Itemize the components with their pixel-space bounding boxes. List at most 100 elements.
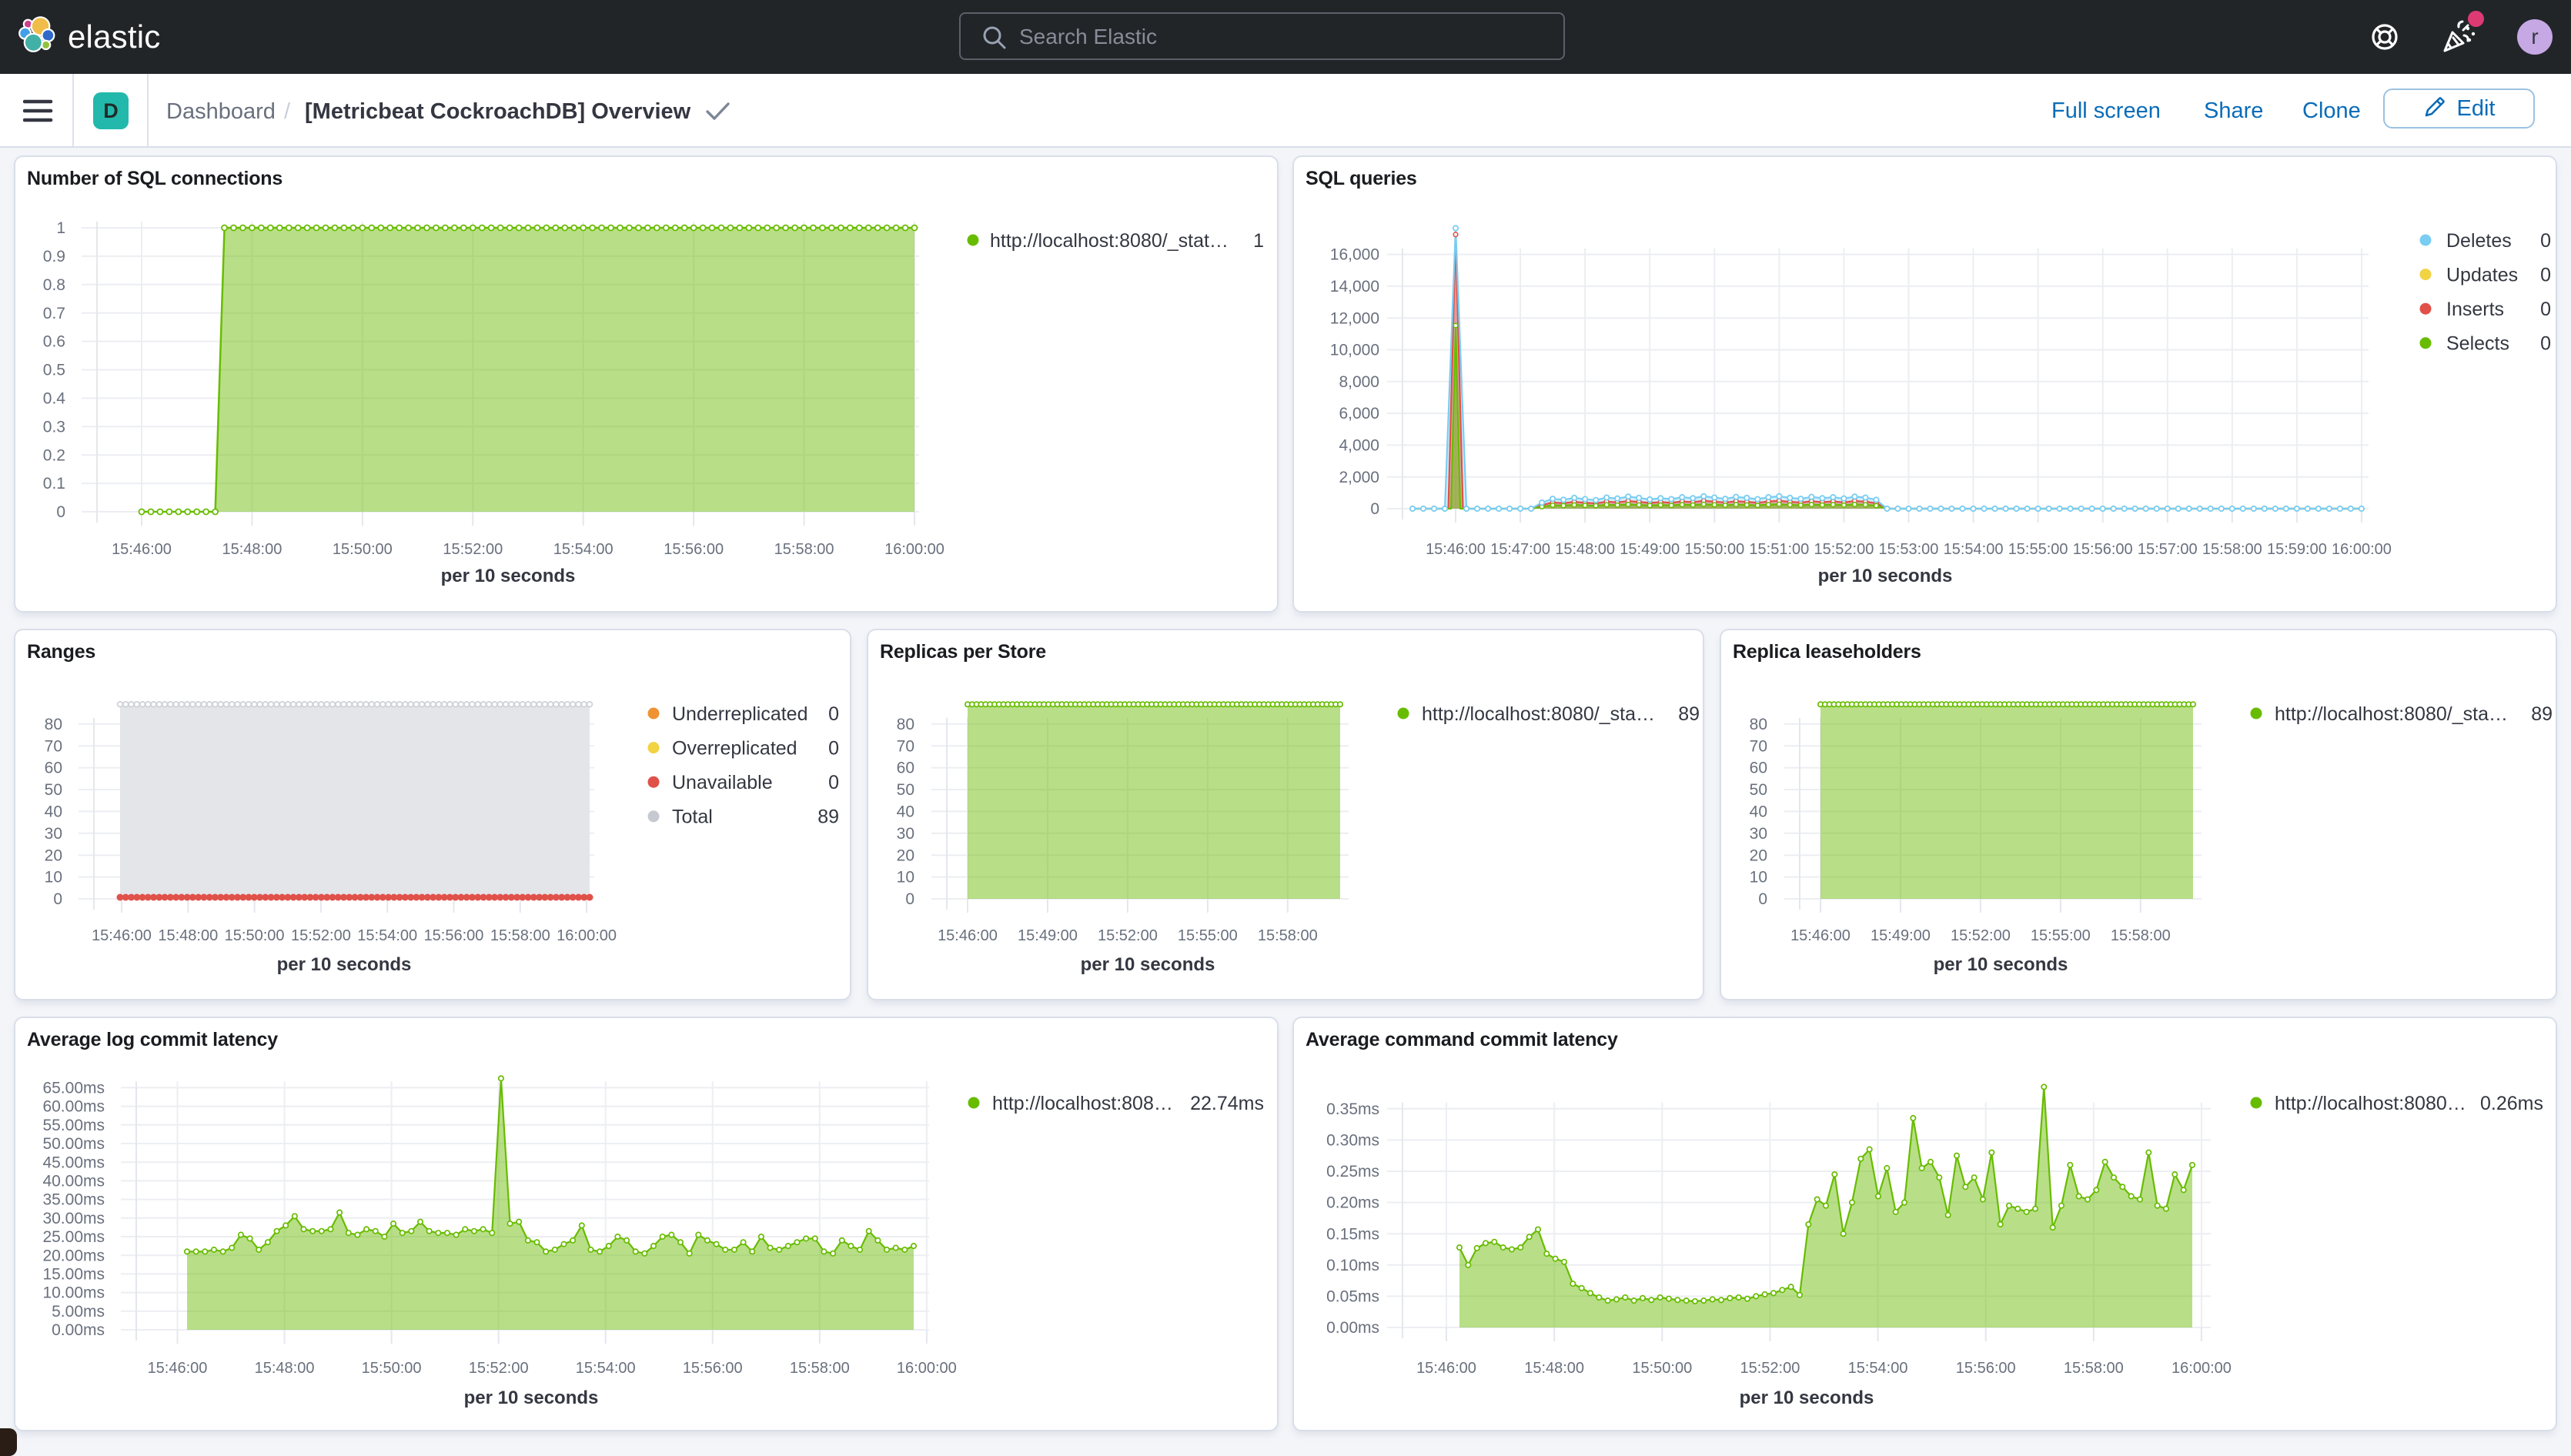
svg-text:0: 0 — [2540, 264, 2551, 286]
svg-text:15:46:00: 15:46:00 — [1426, 541, 1486, 558]
svg-text:40.00ms: 40.00ms — [42, 1173, 105, 1191]
svg-text:15:58:00: 15:58:00 — [490, 927, 550, 944]
svg-text:0: 0 — [53, 890, 62, 908]
svg-text:15:46:00: 15:46:00 — [1790, 927, 1851, 944]
svg-text:15:52:00: 15:52:00 — [1740, 1360, 1800, 1377]
svg-text:15:46:00: 15:46:00 — [1416, 1360, 1476, 1377]
svg-text:60.00ms: 60.00ms — [42, 1098, 105, 1116]
svg-text:70: 70 — [897, 737, 914, 755]
svg-text:0: 0 — [828, 737, 839, 759]
svg-text:15:58:00: 15:58:00 — [774, 541, 834, 558]
svg-text:15:51:00: 15:51:00 — [1749, 541, 1809, 558]
svg-text:0.6: 0.6 — [43, 333, 65, 351]
svg-text:15:48:00: 15:48:00 — [1524, 1360, 1584, 1377]
svg-text:16,000: 16,000 — [1330, 246, 1379, 264]
svg-text:Underreplicated: Underreplicated — [672, 703, 808, 725]
svg-text:15:56:00: 15:56:00 — [683, 1360, 743, 1377]
svg-text:20: 20 — [1750, 847, 1767, 864]
svg-text:per 10 seconds: per 10 seconds — [1740, 1388, 1874, 1408]
svg-text:15:58:00: 15:58:00 — [2111, 927, 2171, 944]
svg-text:http://localhost:8080…: http://localhost:8080… — [2275, 1093, 2466, 1114]
svg-text:16:00:00: 16:00:00 — [897, 1360, 957, 1377]
svg-text:Inserts: Inserts — [2446, 299, 2504, 320]
svg-text:40: 40 — [45, 803, 62, 821]
svg-text:30: 30 — [45, 825, 62, 843]
svg-text:15:55:00: 15:55:00 — [1178, 927, 1238, 944]
svg-text:10: 10 — [45, 869, 62, 887]
svg-text:15:49:00: 15:49:00 — [1018, 927, 1078, 944]
svg-text:30: 30 — [1750, 825, 1767, 843]
svg-text:22.74ms: 22.74ms — [1190, 1093, 1264, 1114]
svg-text:per 10 seconds: per 10 seconds — [1081, 954, 1215, 975]
svg-text:4,000: 4,000 — [1339, 437, 1379, 455]
svg-text:0: 0 — [2540, 230, 2551, 252]
svg-text:50: 50 — [45, 781, 62, 799]
svg-text:15:50:00: 15:50:00 — [1632, 1360, 1692, 1377]
svg-text:16:00:00: 16:00:00 — [2332, 541, 2392, 558]
svg-text:15:56:00: 15:56:00 — [424, 927, 484, 944]
svg-text:0.35ms: 0.35ms — [1326, 1100, 1379, 1118]
svg-text:Total: Total — [672, 806, 713, 828]
svg-text:15:48:00: 15:48:00 — [1555, 541, 1615, 558]
svg-text:Updates: Updates — [2446, 264, 2518, 286]
svg-text:12,000: 12,000 — [1330, 309, 1379, 327]
svg-text:65.00ms: 65.00ms — [42, 1080, 105, 1097]
svg-text:15:48:00: 15:48:00 — [158, 927, 218, 944]
svg-text:15:58:00: 15:58:00 — [1258, 927, 1318, 944]
svg-text:15:53:00: 15:53:00 — [1879, 541, 1939, 558]
svg-text:0.10ms: 0.10ms — [1326, 1257, 1379, 1274]
svg-text:15:54:00: 15:54:00 — [1848, 1360, 1908, 1377]
svg-text:30: 30 — [897, 825, 914, 843]
svg-text:Overreplicated: Overreplicated — [672, 737, 797, 759]
svg-text:15:49:00: 15:49:00 — [1620, 541, 1680, 558]
svg-text:15:50:00: 15:50:00 — [225, 927, 285, 944]
svg-text:0: 0 — [1370, 500, 1379, 518]
svg-text:15:46:00: 15:46:00 — [938, 927, 998, 944]
svg-text:0.00ms: 0.00ms — [52, 1321, 105, 1339]
svg-text:15:52:00: 15:52:00 — [469, 1360, 529, 1377]
svg-text:60: 60 — [897, 760, 914, 777]
svg-text:10.00ms: 10.00ms — [42, 1284, 105, 1302]
svg-text:per 10 seconds: per 10 seconds — [441, 566, 576, 586]
svg-text:20.00ms: 20.00ms — [42, 1247, 105, 1264]
svg-text:0.30ms: 0.30ms — [1326, 1132, 1379, 1150]
svg-text:0.3: 0.3 — [43, 418, 65, 436]
svg-text:Deletes: Deletes — [2446, 230, 2512, 252]
svg-text:80: 80 — [897, 716, 914, 733]
svg-text:0.2: 0.2 — [43, 446, 65, 464]
svg-text:0.15ms: 0.15ms — [1326, 1225, 1379, 1243]
svg-text:http://localhost:808…: http://localhost:808… — [992, 1093, 1173, 1114]
svg-text:30.00ms: 30.00ms — [42, 1210, 105, 1227]
svg-text:15:56:00: 15:56:00 — [2073, 541, 2133, 558]
svg-text:1: 1 — [1253, 230, 1264, 252]
svg-text:15:46:00: 15:46:00 — [148, 1360, 208, 1377]
svg-text:0.9: 0.9 — [43, 248, 65, 265]
svg-text:0.20ms: 0.20ms — [1326, 1194, 1379, 1212]
svg-text:40: 40 — [897, 803, 914, 821]
svg-text:0.00ms: 0.00ms — [1326, 1319, 1379, 1337]
svg-text:70: 70 — [45, 737, 62, 755]
svg-text:55.00ms: 55.00ms — [42, 1117, 105, 1134]
svg-text:15:52:00: 15:52:00 — [443, 541, 503, 558]
svg-text:5.00ms: 5.00ms — [52, 1303, 105, 1321]
svg-text:15:52:00: 15:52:00 — [1814, 541, 1874, 558]
svg-text:15:46:00: 15:46:00 — [92, 927, 152, 944]
svg-text:16:00:00: 16:00:00 — [2171, 1360, 2232, 1377]
svg-text:0.4: 0.4 — [43, 390, 66, 408]
svg-text:0: 0 — [828, 703, 839, 725]
svg-text:60: 60 — [45, 760, 62, 777]
svg-text:15:48:00: 15:48:00 — [255, 1360, 315, 1377]
svg-text:15:55:00: 15:55:00 — [2031, 927, 2091, 944]
svg-text:15:54:00: 15:54:00 — [576, 1360, 636, 1377]
svg-text:0.05ms: 0.05ms — [1326, 1288, 1379, 1306]
svg-text:Unavailable: Unavailable — [672, 772, 773, 793]
svg-text:16:00:00: 16:00:00 — [884, 541, 944, 558]
svg-text:http://localhost:8080/_sta…: http://localhost:8080/_sta… — [1422, 703, 1655, 725]
svg-text:15:46:00: 15:46:00 — [112, 541, 172, 558]
svg-text:2,000: 2,000 — [1339, 469, 1379, 486]
svg-text:15:56:00: 15:56:00 — [1956, 1360, 2016, 1377]
svg-text:15:59:00: 15:59:00 — [2267, 541, 2327, 558]
svg-text:per 10 seconds: per 10 seconds — [464, 1388, 599, 1408]
svg-text:1: 1 — [56, 219, 65, 237]
svg-text:0: 0 — [905, 890, 914, 908]
